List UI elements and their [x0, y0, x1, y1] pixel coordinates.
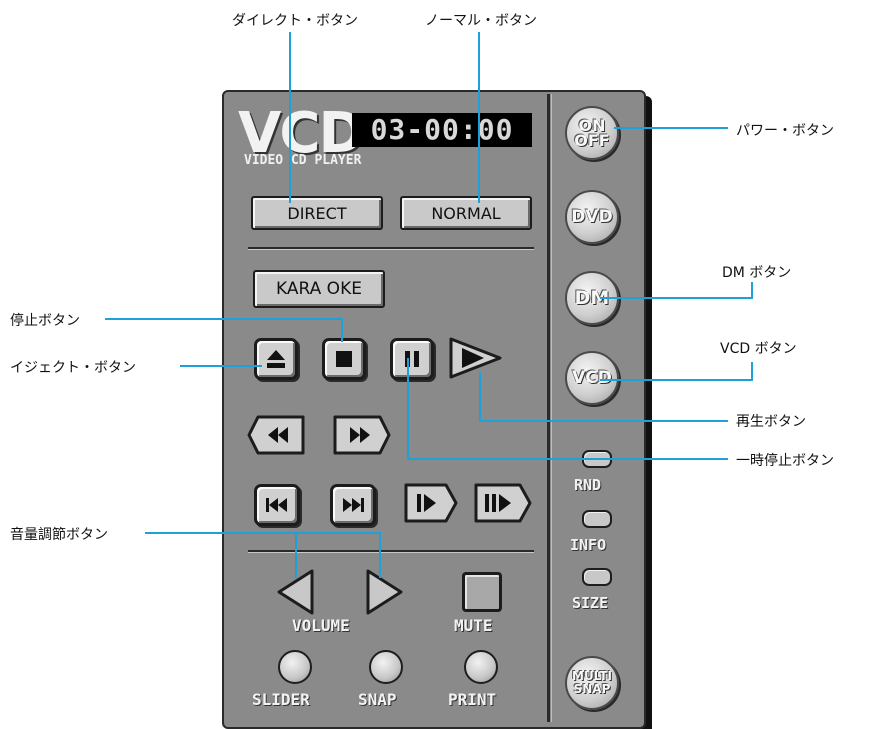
previous-track-icon: [266, 498, 287, 512]
mute-label: MUTE: [454, 616, 493, 635]
slider-label: SLIDER: [252, 690, 310, 709]
power-button[interactable]: ON OFF: [565, 106, 619, 160]
callout-eject: イジェクト・ボタン: [10, 360, 136, 376]
callout-pause: 一時停止ボタン: [736, 453, 834, 469]
vcd-button[interactable]: VCD: [565, 351, 619, 405]
rewind-icon: [247, 415, 305, 455]
volume-down-button[interactable]: [276, 568, 316, 616]
callout-play: 再生ボタン: [736, 414, 806, 430]
callout-dm: DM ボタン: [722, 265, 792, 281]
power-off-label: OFF: [574, 131, 610, 150]
panel-divider-highlight: [551, 94, 552, 722]
pause-button[interactable]: [390, 338, 434, 380]
info-button[interactable]: [582, 510, 612, 528]
callout-stop: 停止ボタン: [10, 313, 80, 329]
next-track-button[interactable]: [330, 484, 376, 526]
callout-volume: 音量調節ボタン: [10, 527, 108, 543]
callout-vcd: VCD ボタン: [720, 341, 797, 357]
direct-button[interactable]: DIRECT: [251, 196, 383, 230]
vcd-player-panel: [222, 90, 646, 729]
eject-button[interactable]: [254, 338, 298, 380]
normal-button[interactable]: NORMAL: [400, 196, 532, 230]
volume-label: VOLUME: [292, 616, 350, 635]
stop-icon: [336, 351, 352, 367]
snap-button[interactable]: [369, 650, 403, 684]
snap-side-label: SNAP: [573, 682, 611, 696]
karaoke-button[interactable]: KARA OKE: [253, 270, 385, 308]
separator-top: [248, 247, 534, 250]
panel-divider: [547, 94, 550, 722]
slider-button[interactable]: [278, 650, 312, 684]
player-subtitle: VIDEO CD PLAYER: [244, 153, 362, 168]
rnd-button[interactable]: [582, 450, 612, 468]
play-button[interactable]: [448, 336, 508, 380]
volume-down-icon: [277, 569, 314, 615]
previous-track-button[interactable]: [254, 484, 300, 526]
print-button[interactable]: [464, 650, 498, 684]
callout-direct: ダイレクト・ボタン: [232, 13, 358, 29]
slow-forward-icon: [474, 483, 532, 523]
callout-normal: ノーマル・ボタン: [425, 13, 537, 29]
dvd-button[interactable]: DVD: [565, 190, 619, 244]
play-icon: [449, 337, 502, 379]
snap-label: SNAP: [358, 690, 397, 709]
info-label: INFO: [570, 536, 607, 554]
rnd-label: RND: [574, 476, 602, 494]
slow-forward-button[interactable]: [472, 482, 534, 524]
eject-icon: [267, 350, 285, 368]
mute-button[interactable]: [462, 572, 502, 612]
time-display: 03-00:00: [352, 113, 532, 147]
multi-snap-button[interactable]: MULTI SNAP: [565, 656, 619, 710]
rewind-button[interactable]: [246, 414, 308, 456]
stop-button[interactable]: [322, 338, 366, 380]
print-label: PRINT: [448, 690, 497, 709]
size-label: SIZE: [572, 594, 609, 612]
callout-power: パワー・ボタン: [736, 123, 834, 139]
fast-forward-button[interactable]: [330, 414, 392, 456]
step-forward-button[interactable]: [402, 482, 460, 524]
volume-up-icon: [366, 569, 403, 615]
size-button[interactable]: [582, 568, 612, 586]
step-forward-icon: [404, 483, 458, 523]
separator-bottom: [248, 550, 534, 553]
fast-forward-icon: [333, 415, 391, 455]
volume-up-button[interactable]: [364, 568, 404, 616]
pause-icon: [405, 351, 419, 367]
next-track-icon: [343, 498, 364, 512]
dm-button[interactable]: DM: [565, 271, 619, 325]
